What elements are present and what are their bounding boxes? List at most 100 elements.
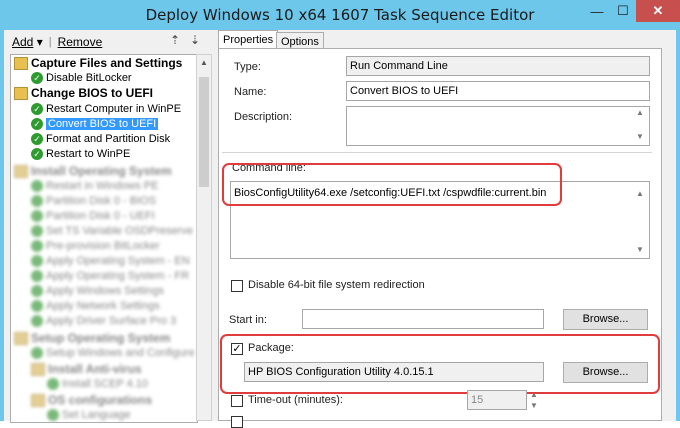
type-label: Type: [234, 61, 261, 73]
highlight-annotation [222, 163, 562, 206]
blurred-label: OS configurations [48, 393, 153, 407]
add-menu-button[interactable]: Add ▾ [12, 35, 43, 49]
tree-item-blurred[interactable]: Apply Network Settings [31, 299, 160, 313]
tab-options[interactable]: Options [276, 32, 324, 49]
blurred-label: Install Operating System [31, 164, 172, 178]
check-icon [31, 300, 43, 313]
check-icon [31, 315, 43, 328]
tree-group-blurred[interactable]: Install Operating System [14, 164, 172, 179]
disable-redirection-checkbox[interactable] [231, 280, 243, 292]
tree-item-blurred[interactable]: Apply Operating System - FR [31, 269, 189, 283]
spin-down-icon[interactable]: ▼ [530, 401, 538, 410]
tree-scrollbar[interactable]: ▲ [196, 54, 212, 421]
blurred-label: Install Anti-virus [48, 362, 142, 376]
scroll-up-icon[interactable]: ▲ [636, 189, 644, 198]
window-title: Deploy Windows 10 x64 1607 Task Sequence… [145, 6, 535, 24]
check-icon [31, 285, 43, 298]
check-icon [31, 225, 43, 238]
tree-group-capture-files[interactable]: Capture Files and Settings [14, 56, 183, 71]
partially-visible-checkbox[interactable] [231, 416, 243, 428]
tree-item-blurred[interactable]: Partition Disk 0 - UEFI [31, 209, 155, 223]
minimize-button[interactable]: — [584, 0, 610, 22]
item-label: Format and Partition Disk [46, 133, 171, 145]
group-label: Change BIOS to UEFI [31, 86, 154, 100]
group-label: Capture Files and Settings [31, 56, 183, 70]
blurred-label: Apply Operating System - FR [46, 270, 190, 282]
blurred-label: Partition Disk 0 - UEFI [46, 210, 155, 222]
folder-icon [31, 394, 45, 408]
tree-item-format-disk[interactable]: ✓ Format and Partition Disk [31, 132, 170, 146]
scroll-down-icon[interactable]: ▼ [636, 132, 644, 141]
tree-item-blurred[interactable]: Apply Windows Settings [31, 284, 164, 298]
blurred-label: Pre-provision BitLocker [46, 240, 160, 252]
tree-item-restart-winpe[interactable]: ✓ Restart Computer in WinPE [31, 102, 181, 116]
blurred-label: Install SCEP 4.10 [62, 378, 149, 390]
success-check-icon: ✓ [31, 148, 43, 161]
blurred-label: Apply Driver Surface Pro 3 [46, 315, 177, 327]
minimize-icon: — [590, 3, 604, 19]
disable-redirection-label: Disable 64-bit file system redirection [248, 279, 425, 291]
tree-item-blurred[interactable]: Pre-provision BitLocker [31, 239, 160, 253]
scroll-up-icon[interactable]: ▲ [200, 58, 208, 67]
move-down-icon[interactable]: ⇣ [190, 33, 200, 47]
tree-group-change-bios[interactable]: Change BIOS to UEFI [14, 86, 154, 101]
description-label: Description: [234, 111, 293, 123]
scrollbar-thumb[interactable] [199, 77, 209, 187]
tree-item-restart-to-winpe[interactable]: ✓ Restart to WinPE [31, 147, 130, 161]
name-input[interactable]: Convert BIOS to UEFI [346, 81, 650, 101]
check-icon [31, 210, 43, 223]
remove-label: Remove [57, 35, 103, 49]
tree-group-blurred[interactable]: Install Anti-virus [31, 362, 142, 377]
scroll-up-icon[interactable]: ▲ [636, 108, 644, 117]
tab-label: Properties [223, 34, 274, 46]
blurred-label: Setup Operating System [31, 331, 171, 345]
start-in-browse-button[interactable]: Browse... [563, 309, 648, 330]
highlight-annotation [220, 334, 660, 394]
description-input[interactable] [346, 106, 650, 146]
spin-up-icon[interactable]: ▲ [530, 390, 538, 399]
folder-icon [14, 87, 28, 101]
remove-button[interactable]: Remove [58, 35, 103, 49]
success-check-icon: ✓ [31, 103, 43, 116]
close-button[interactable]: ✕ [636, 0, 680, 22]
tree-item-blurred[interactable]: Set TS Variable OSDPreserve [31, 224, 193, 238]
tree-item-blurred[interactable]: Set Language [47, 408, 131, 422]
start-in-label: Start in: [229, 314, 267, 326]
move-up-icon[interactable]: ⇡ [170, 33, 180, 47]
tree-group-blurred[interactable]: Setup Operating System [14, 331, 171, 346]
tree-item-blurred[interactable]: Restart in Windows PE [31, 179, 158, 193]
tree-group-blurred[interactable]: OS configurations [31, 393, 153, 408]
timeout-checkbox[interactable] [231, 395, 243, 407]
blurred-label: Apply Network Settings [46, 300, 160, 312]
blurred-label: Restart in Windows PE [46, 180, 159, 192]
tree-item-blurred[interactable]: Partition Disk 0 - BIOS [31, 194, 156, 208]
folder-icon [14, 165, 28, 179]
check-icon [31, 240, 43, 253]
tree-toolbar: Add ▾ | Remove [4, 32, 214, 52]
start-in-input[interactable] [302, 309, 544, 329]
item-label: Disable BitLocker [46, 72, 132, 84]
name-label: Name: [234, 86, 267, 98]
blurred-label: Set Language [62, 409, 131, 421]
scroll-down-icon[interactable]: ▼ [636, 245, 644, 254]
tree-item-convert-bios-selected[interactable]: ✓ Convert BIOS to UEFI [31, 117, 159, 131]
maximize-icon: ☐ [617, 3, 629, 18]
timeout-input[interactable]: 15 [467, 390, 527, 410]
check-icon [31, 195, 43, 208]
toolbar-separator: | [48, 36, 52, 48]
tree-item-blurred[interactable]: Setup Windows and Configure [31, 346, 195, 360]
tab-properties[interactable]: Properties [218, 30, 279, 50]
dropdown-arrow-icon: ▾ [36, 35, 43, 49]
tree-item-blurred[interactable]: Apply Operating System - EN [31, 254, 190, 268]
tree-item-disable-bitlocker[interactable]: ✓ Disable BitLocker [31, 71, 132, 85]
maximize-button[interactable]: ☐ [610, 0, 636, 22]
tree-item-blurred[interactable]: Apply Driver Surface Pro 3 [31, 314, 176, 328]
success-check-icon: ✓ [31, 72, 43, 85]
folder-icon [31, 363, 45, 377]
check-icon [47, 378, 59, 391]
tree-item-blurred[interactable]: Install SCEP 4.10 [47, 377, 148, 391]
item-label: Convert BIOS to UEFI [46, 118, 159, 130]
task-sequence-tree[interactable]: Capture Files and Settings ✓ Disable BitL… [10, 54, 198, 423]
blurred-label: Apply Operating System - EN [46, 255, 190, 267]
check-icon [31, 347, 43, 360]
